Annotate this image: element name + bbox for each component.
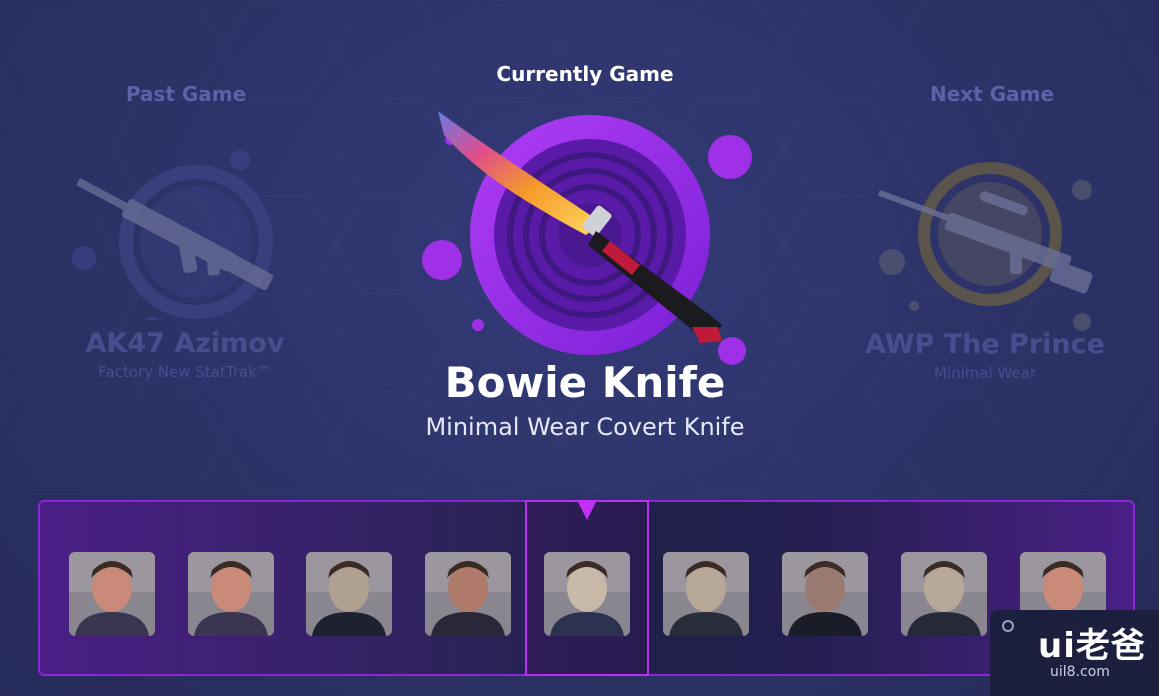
current-weapon-graphic[interactable] [400, 95, 770, 375]
watermark: ui老爸 uil8.com [990, 610, 1159, 696]
past-game-label: Past Game [125, 82, 247, 106]
player-avatar[interactable] [782, 552, 868, 636]
next-item-title: AWP The Prince [865, 329, 1105, 360]
player-avatar[interactable] [663, 552, 749, 636]
watermark-dot-icon [1002, 620, 1014, 632]
next-weapon-graphic[interactable] [870, 160, 1110, 340]
past-item-subtitle: Factory New StatTrak™ [98, 363, 272, 381]
past-item-title: AK47 Azimov [85, 328, 285, 359]
past-weapon-graphic[interactable] [60, 140, 300, 320]
player-avatar[interactable] [544, 552, 630, 636]
watermark-url: uil8.com [1050, 664, 1110, 680]
player-avatar[interactable] [69, 552, 155, 636]
player-avatar[interactable] [188, 552, 274, 636]
current-item-title: Bowie Knife [444, 358, 726, 407]
player-avatar[interactable] [425, 552, 511, 636]
next-game-label: Next Game [929, 82, 1055, 106]
selection-pointer-icon [577, 500, 597, 520]
player-avatar[interactable] [306, 552, 392, 636]
watermark-logo: ui老爸 [1038, 626, 1146, 666]
current-game-label: Currently Game [496, 62, 674, 86]
current-item-subtitle: Minimal Wear Covert Knife [425, 413, 745, 441]
next-item-subtitle: Minimal Wear [933, 364, 1037, 382]
player-avatar[interactable] [901, 552, 987, 636]
